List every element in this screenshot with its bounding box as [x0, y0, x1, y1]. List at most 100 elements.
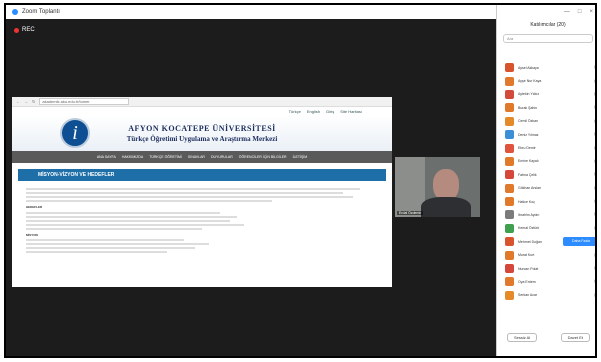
top-link[interactable]: English: [307, 109, 320, 114]
panel-title: Katılımcılar (20): [530, 22, 566, 28]
participants-panel: — □ × Katılımcılar (20) Ara Aysel Akkaya…: [496, 5, 595, 356]
avatar: [505, 223, 514, 233]
mic-muted-icon: 🎙: [593, 199, 595, 204]
mic-muted-icon: 🎙: [593, 65, 595, 70]
participant-name: Ebru Demir: [518, 146, 536, 151]
participant-row[interactable]: Aytekin Yıldız 🎙: [497, 88, 595, 101]
mic-muted-icon: 🎙: [593, 172, 595, 177]
close-icon[interactable]: ×: [589, 9, 593, 15]
section-title: MİSYON-VİZYON VE HEDEFLER: [18, 169, 386, 181]
participant-row[interactable]: Emine Kayalı 🎙: [497, 155, 595, 168]
participant-row[interactable]: Hatice Koç 🎙: [497, 195, 595, 208]
avatar: [505, 170, 514, 180]
shared-screen: ← → ↻ akademik.aku.edu.tr/tomer Türkçe E…: [12, 97, 392, 287]
participant-name: Ayşe Nur Kaya: [518, 79, 542, 84]
participant-row[interactable]: Murat Kurt 🎙: [497, 248, 595, 261]
recording-indicator: REC: [14, 27, 35, 33]
minimize-icon[interactable]: —: [564, 9, 570, 15]
title-bar: Zoom Toplantı: [6, 5, 496, 19]
participant-name: Emine Kayalı: [518, 159, 539, 164]
zoom-logo-icon: [12, 9, 18, 15]
participant-row[interactable]: Burak Şahin 🎙: [497, 101, 595, 114]
participant-row[interactable]: İbrahim Aydın 🎙: [497, 208, 595, 221]
forward-arrow-icon[interactable]: →: [24, 99, 28, 104]
mic-muted-icon: 🎙: [593, 226, 595, 231]
invite-button[interactable]: Davet Et: [560, 333, 590, 342]
participant-name: Nurcan Polat: [518, 266, 539, 271]
participant-row[interactable]: Deniz Yılmaz 🎙: [497, 128, 595, 141]
mic-muted-icon: 🎙: [593, 92, 595, 97]
participant-row[interactable]: Ayşe Nur Kaya 🎙: [497, 74, 595, 87]
mic-muted-icon: 🎙: [593, 212, 595, 217]
avatar: [505, 103, 514, 113]
more-button[interactable]: Daha Fazla: [563, 237, 595, 247]
participant-list: Aysel Akkaya🎙Ayşe Nur Kaya🎙Aytekin Yıldı…: [497, 61, 595, 302]
participant-name: Serkan Acar: [518, 293, 538, 298]
goals-heading: HEDEFLER: [26, 205, 43, 209]
maximize-icon[interactable]: □: [578, 9, 582, 15]
nav-item[interactable]: ANA SAYFA: [97, 155, 116, 159]
participant-name: Aysel Akkaya: [518, 65, 539, 70]
record-dot-icon: [14, 27, 19, 33]
mic-muted-icon: 🎙: [593, 279, 595, 284]
top-link[interactable]: Site Haritası: [340, 109, 362, 114]
participant-row[interactable]: Oya Erdem 🎙: [497, 275, 595, 288]
participant-row[interactable]: Kemal Öztürk 🎙: [497, 222, 595, 235]
top-link[interactable]: Giriş: [326, 109, 334, 114]
participant-name: Burak Şahin: [518, 105, 538, 110]
address-bar[interactable]: akademik.aku.edu.tr/tomer: [39, 98, 130, 105]
participant-name: Cemil Özkan: [518, 119, 539, 124]
avatar: [505, 197, 514, 207]
speaker-video[interactable]: Erdal Özdemir: [395, 157, 480, 217]
participant-name: Hatice Koç: [518, 199, 535, 204]
nav-item[interactable]: ÖĞRENCİLER İÇİN BİLGİLER: [239, 155, 287, 159]
nav-item[interactable]: HAKKIMIZDA: [122, 155, 143, 159]
banner-subtitle: Türkçe Öğretimi Uygulama ve Araştırma Me…: [126, 134, 278, 143]
participant-row[interactable]: Fatma Çelik 🎙: [497, 168, 595, 181]
mic-muted-icon: 🎙: [593, 293, 595, 298]
avatar: [505, 156, 514, 166]
nav-item[interactable]: İLETİŞİM: [293, 155, 308, 159]
panel-window-controls: — □ ×: [497, 5, 595, 19]
participant-name: Deniz Yılmaz: [518, 132, 539, 137]
participant-row[interactable]: Ebru Demir 🎙: [497, 141, 595, 154]
browser-toolbar: ← → ↻ akademik.aku.edu.tr/tomer: [12, 97, 392, 107]
participant-row[interactable]: Nurcan Polat 🎙: [497, 262, 595, 275]
participant-row[interactable]: Mehmet Doğan🎙Daha Fazla: [497, 235, 595, 248]
avatar: [505, 130, 514, 140]
avatar: [505, 237, 514, 247]
mic-muted-icon: 🎙: [593, 132, 595, 137]
mic-muted-icon: 🎙: [593, 146, 595, 151]
participant-row[interactable]: Gökhan Arslan 🎙: [497, 182, 595, 195]
participant-search-input[interactable]: Ara: [503, 34, 593, 43]
banner-title: AFYON KOCATEPE ÜNİVERSİTESİ: [128, 123, 276, 133]
mute-all-button[interactable]: Sessiz Al: [507, 333, 538, 342]
participant-name: Gökhan Arslan: [518, 186, 541, 191]
participant-name: Fatma Çelik: [518, 172, 537, 177]
university-logo: i: [60, 118, 90, 148]
mic-muted-icon: 🎙: [593, 253, 595, 258]
participant-row[interactable]: Serkan Acar 🎙: [497, 289, 595, 302]
avatar: [505, 183, 514, 193]
nav-item[interactable]: DUYURULAR: [211, 155, 233, 159]
avatar: [505, 89, 514, 99]
participant-row[interactable]: Cemil Özkan 🎙: [497, 115, 595, 128]
nav-item[interactable]: TÜRKÇE ÖĞRETİMİ: [149, 155, 182, 159]
nav-item[interactable]: SINAVLAR: [188, 155, 205, 159]
avatar: [505, 250, 514, 260]
participant-row[interactable]: Aysel Akkaya 🎙: [497, 61, 595, 74]
avatar: [505, 143, 514, 153]
reload-icon[interactable]: ↻: [32, 99, 35, 104]
speaker-name: Erdal Özdemir: [397, 211, 424, 215]
avatar: [505, 264, 514, 274]
participant-name: Kemal Öztürk: [518, 226, 540, 231]
avatar: [505, 290, 514, 300]
top-link[interactable]: Türkçe: [289, 109, 301, 114]
top-links: Türkçe English Giriş Site Haritası: [12, 107, 392, 115]
mic-muted-icon: 🎙: [593, 159, 595, 164]
mic-muted-icon: 🎙: [593, 105, 595, 110]
avatar: [505, 277, 514, 287]
back-arrow-icon[interactable]: ←: [16, 99, 20, 104]
participant-name: Murat Kurt: [518, 253, 535, 258]
site-banner: i AFYON KOCATEPE ÜNİVERSİTESİ Türkçe Öğr…: [12, 115, 392, 151]
